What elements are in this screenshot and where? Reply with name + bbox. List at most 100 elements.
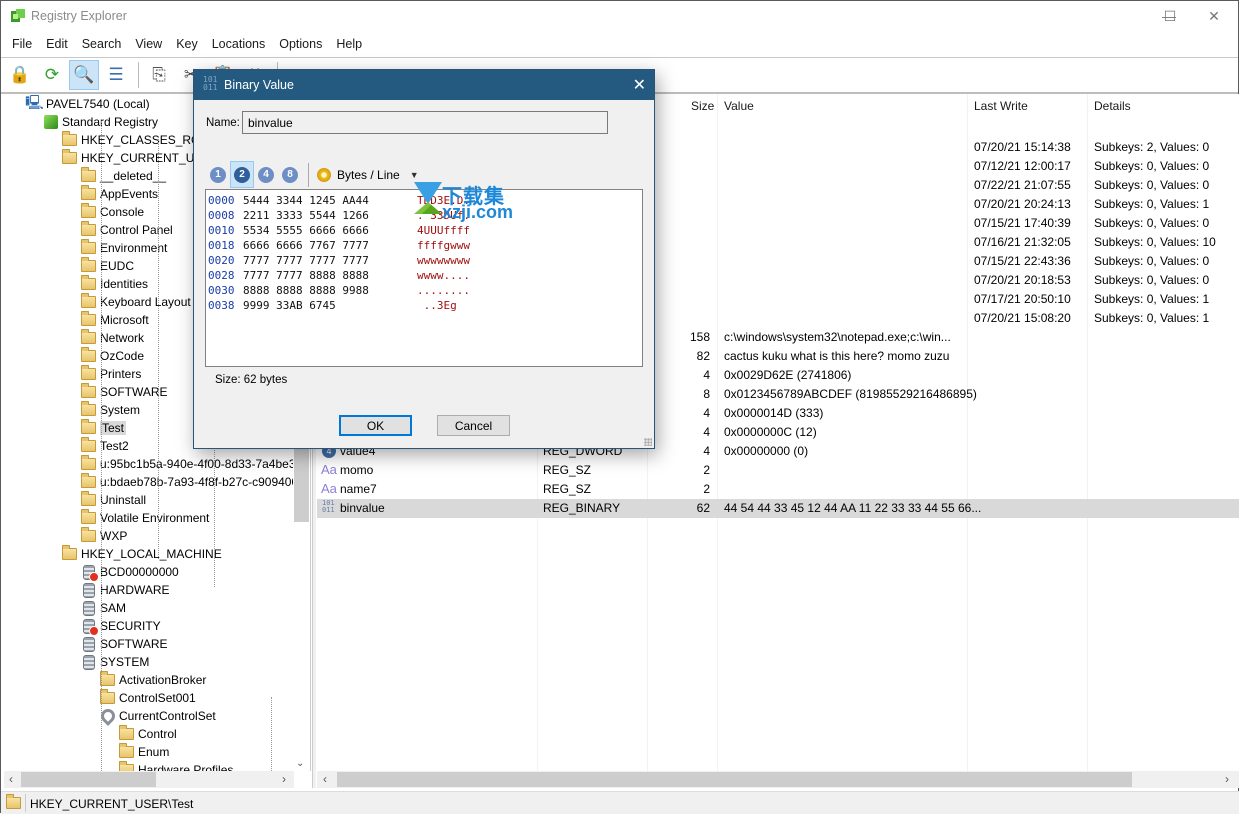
list-horizontal-scrollbar[interactable]: ‹ › [317,771,1239,788]
tree-item[interactable]: SECURITY [80,617,161,636]
hex-row[interactable]: 0008 2211 3333 5544 1266 ."33DUf. [207,208,641,223]
hex-row[interactable]: 0010 5534 5555 6666 6666 4UUUffff [207,223,641,238]
hex-bytes[interactable]: 2211 3333 5544 1266 [243,208,369,223]
word-size-1-button[interactable]: 1 [206,161,230,188]
tree-item[interactable]: Network [80,329,144,347]
menu-help[interactable]: Help [329,34,369,56]
menu-locations[interactable]: Locations [205,34,273,56]
tree-hscroll-thumb[interactable] [21,772,156,787]
word-size-2-button[interactable]: 2 [230,161,254,188]
tree-item[interactable]: __deleted__ [80,167,166,185]
tree-item[interactable]: Test2 [80,437,129,455]
cancel-button[interactable]: Cancel [437,415,510,436]
hex-row[interactable]: 0018 6666 6666 7767 7777 ffffgwww [207,238,641,253]
hex-row[interactable]: 0000 5444 3344 1245 AA44 TDD3E.D. [207,193,641,208]
tree-item[interactable]: OzCode [80,347,144,365]
tree-item[interactable]: Environment [80,239,167,257]
tree-item[interactable]: Identities [80,275,148,293]
menu-file[interactable]: File [5,34,39,56]
tree-item[interactable]: Keyboard Layout [80,293,191,311]
tree-item[interactable]: EUDC [80,257,134,275]
tree-item[interactable]: Control [118,725,177,743]
hex-bytes[interactable]: 9999 33AB 6745 [243,298,336,313]
tree-item[interactable]: u:95bc1b5a-940e-4f00-8d33-7a4be3 [80,455,296,473]
scroll-left-icon[interactable]: ‹ [323,772,327,786]
value-row[interactable]: 101 011 binvalue REG_BINARY 62 44 54 44 33 45… [317,499,1239,518]
hex-ascii[interactable]: ."33DUf. [417,208,470,223]
tree-item[interactable]: AppEvents [80,185,158,203]
scroll-right-icon[interactable]: › [282,772,286,786]
maximize-button[interactable]: ☐ [1147,1,1193,31]
lock-button[interactable]: 🔒 [5,60,35,90]
tree-item[interactable]: CurrentControlSet [97,706,216,726]
value-row[interactable]: Aa momo REG_SZ 2 [317,461,1239,480]
tree-item[interactable]: Volatile Environment [80,509,209,527]
tree-item[interactable]: SOFTWARE [80,635,168,653]
scroll-down-icon[interactable]: ⌄ [296,758,304,769]
hex-bytes[interactable]: 8888 8888 8888 9988 [243,283,369,298]
resize-grip[interactable] [644,438,652,446]
word-size-8-button[interactable]: 8 [278,161,302,188]
tree-item[interactable]: Test [80,419,127,437]
hex-ascii[interactable]: wwww.... [417,268,470,283]
hex-bytes[interactable]: 6666 6666 7767 7777 [243,238,369,253]
tree-item[interactable]: Uninstall [80,491,146,509]
tree-item[interactable]: WXP [80,527,127,545]
tree-item[interactable]: BCD00000000 [80,563,179,582]
hex-ascii[interactable]: TDD3E.D. [417,193,470,208]
bytes-per-line-dropdown[interactable]: Bytes / Line ▼ [317,167,419,182]
hex-row[interactable]: 0020 7777 7777 7777 7777 wwwwwwww [207,253,641,268]
tree-item[interactable]: u:bdaeb78b-7a93-4f8f-b27c-c909400 [80,473,298,491]
hex-bytes[interactable]: 5444 3344 1245 AA44 [243,193,369,208]
tree-item[interactable]: System [80,401,140,419]
hex-editor[interactable]: 0000 5444 3344 1245 AA44 TDD3E.D. 0008 2211 … [205,189,643,367]
list-hscroll-thumb[interactable] [337,772,1132,787]
hex-ascii[interactable]: ffffgwww [417,238,470,253]
tree-item[interactable]: Console [80,203,144,221]
hex-row[interactable]: 0028 7777 7777 8888 8888 wwww.... [207,268,641,283]
browse-folder-button[interactable]: 🔍 [69,60,99,90]
tree-item[interactable]: ControlSet001 [99,689,196,707]
hex-row[interactable]: 0038 9999 33AB 6745 ..3Eg [207,298,641,313]
word-size-4-button[interactable]: 4 [254,161,278,188]
tree-item[interactable]: SOFTWARE [80,383,168,401]
tree-item[interactable]: Microsoft [80,311,149,329]
hex-bytes[interactable]: 5534 5555 6666 6666 [243,223,369,238]
scroll-left-icon[interactable]: ‹ [9,772,13,786]
copy-button[interactable]: ⎘ [144,60,174,90]
tree-item[interactable]: 🖳 PAVEL7540 (Local) [25,94,149,113]
hex-ascii[interactable]: ..3Eg [417,298,457,313]
column-header-value[interactable]: Value [724,99,754,113]
tree-item[interactable]: Enum [118,743,169,761]
tree-item[interactable]: Printers [80,365,141,383]
menu-edit[interactable]: Edit [39,34,75,56]
close-window-button[interactable]: ✕ [1191,1,1237,31]
tree-item[interactable]: HARDWARE [80,581,170,599]
hex-bytes[interactable]: 7777 7777 8888 8888 [243,268,369,283]
refresh-button[interactable]: ⟳ [37,60,67,90]
dialog-close-icon[interactable]: ✕ [633,75,646,95]
value-row[interactable]: Aa name7 REG_SZ 2 [317,480,1239,499]
ok-button[interactable]: OK [339,415,412,436]
menu-search[interactable]: Search [75,34,129,56]
hex-ascii[interactable]: ........ [417,283,470,298]
view-list-button[interactable]: ☰ [101,60,131,90]
menu-key[interactable]: Key [169,34,205,56]
tree-item[interactable]: Hardware Profiles [118,761,233,771]
tree-item[interactable]: HKEY_LOCAL_MACHINE [61,545,222,563]
column-header-size[interactable]: Size [691,99,714,113]
hex-ascii[interactable]: wwwwwwww [417,253,470,268]
hex-row[interactable]: 0030 8888 8888 8888 9988........ [207,283,641,298]
tree-item[interactable]: SAM [80,599,126,617]
menu-options[interactable]: Options [272,34,329,56]
tree-item[interactable]: SYSTEM [80,653,149,671]
dialog-title-bar[interactable]: 101 011 Binary Value ✕ [194,70,654,100]
tree-horizontal-scrollbar[interactable]: ‹ › [4,771,294,788]
tree-item[interactable]: ActivationBroker [99,671,206,689]
column-header-details[interactable]: Details [1094,99,1131,113]
value-name-field[interactable] [242,111,608,134]
hex-ascii[interactable]: 4UUUffff [417,223,470,238]
hex-bytes[interactable]: 7777 7777 7777 7777 [243,253,369,268]
scroll-right-icon[interactable]: › [1225,772,1229,786]
menu-view[interactable]: View [128,34,169,56]
